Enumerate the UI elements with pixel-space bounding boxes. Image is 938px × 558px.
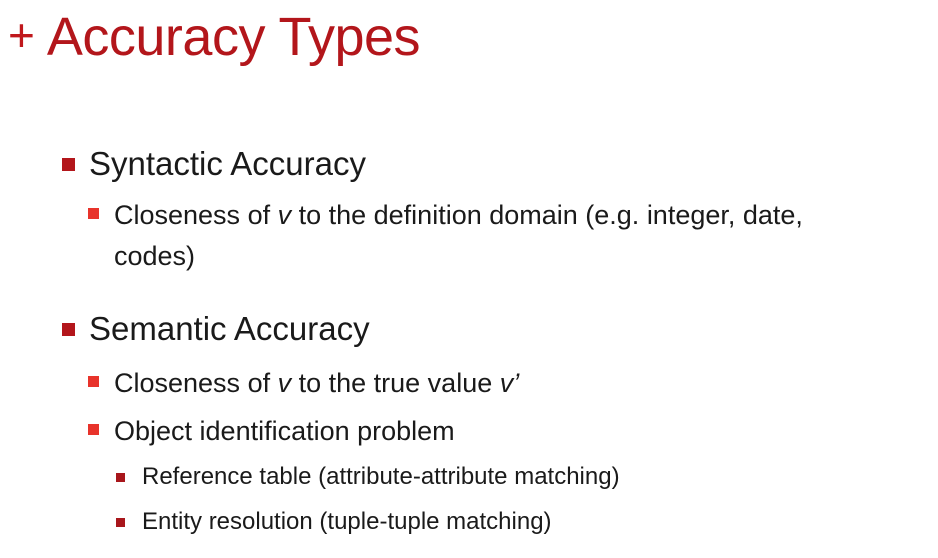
bullet-syntactic-closeness: Closeness of v to the definition domain …	[88, 198, 803, 232]
slide: + Accuracy Types Syntactic Accuracy Clos…	[0, 0, 938, 558]
square-bullet-icon	[62, 323, 75, 336]
variable-v: v	[277, 368, 292, 398]
square-bullet-icon	[88, 208, 99, 219]
bullet-object-identification: Object identification problem	[88, 414, 455, 448]
square-bullet-icon	[88, 424, 99, 435]
bullet-label-continued: codes)	[114, 241, 196, 271]
slide-title: + Accuracy Types	[8, 2, 421, 72]
bullet-label: Entity resolution (tuple-tuple matching)	[142, 508, 552, 535]
square-bullet-icon	[116, 518, 125, 527]
title-text: Accuracy Types	[46, 7, 421, 67]
bullet-label: Closeness of v to the true value v’	[114, 368, 520, 398]
variable-v: v	[277, 200, 292, 230]
bullet-label: Semantic Accuracy	[89, 310, 370, 347]
bullet-semantic-accuracy: Semantic Accuracy	[62, 311, 370, 347]
bullet-reference-table: Reference table (attribute-attribute mat…	[116, 462, 620, 492]
plus-icon: +	[8, 9, 35, 61]
bullet-syntactic-closeness-continued: codes)	[114, 239, 195, 273]
bullet-syntactic-accuracy: Syntactic Accuracy	[62, 146, 366, 182]
square-bullet-icon	[116, 473, 125, 482]
bullet-label: Closeness of v to the definition domain …	[114, 200, 803, 230]
bullet-semantic-closeness: Closeness of v to the true value v’	[88, 366, 519, 400]
square-bullet-icon	[88, 376, 99, 387]
square-bullet-icon	[62, 158, 75, 171]
bullet-entity-resolution: Entity resolution (tuple-tuple matching)	[116, 507, 552, 537]
bullet-label: Object identification problem	[114, 416, 455, 446]
bullet-label: Reference table (attribute-attribute mat…	[142, 463, 620, 490]
variable-v-prime: v’	[499, 368, 520, 398]
bullet-label: Syntactic Accuracy	[89, 145, 366, 182]
